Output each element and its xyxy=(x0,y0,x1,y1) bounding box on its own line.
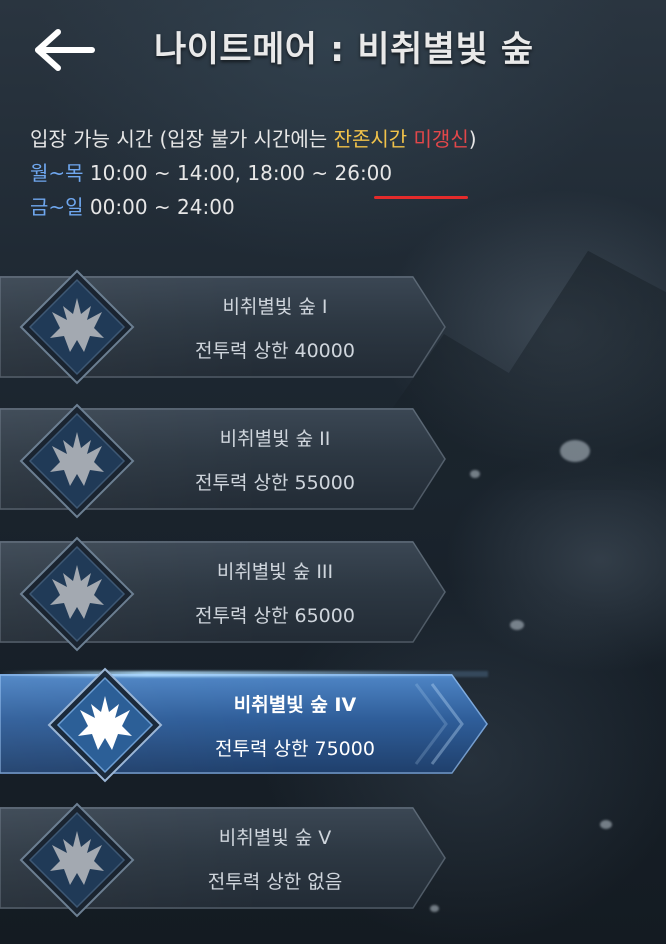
dragon-crest-emblem xyxy=(46,666,164,784)
combat-power-limit: 전투력 상한 55000 xyxy=(195,472,355,494)
dragon-crest-emblem xyxy=(18,402,136,520)
dungeon-name: 비취별빛 숲 II xyxy=(219,428,331,450)
dungeon-item-4-selected[interactable]: 비취별빛 숲 IV 전투력 상한 75000 xyxy=(0,667,488,783)
combat-power-limit: 전투력 상한 40000 xyxy=(195,340,355,362)
combat-power-limit: 전투력 상한 75000 xyxy=(215,738,375,760)
dragon-crest-icon xyxy=(19,269,135,385)
dungeon-name: 비취별빛 숲 IV xyxy=(233,694,357,716)
dragon-crest-emblem xyxy=(18,535,136,653)
dungeon-item-5[interactable]: 비취별빛 숲 V 전투력 상한 없음 xyxy=(0,802,446,918)
dragon-crest-icon xyxy=(19,802,135,918)
dragon-crest-emblem xyxy=(18,268,136,386)
dragon-crest-emblem xyxy=(18,801,136,919)
dragon-crest-icon xyxy=(47,667,163,783)
combat-power-limit: 전투력 상한 없음 xyxy=(207,871,343,893)
combat-power-limit: 전투력 상한 65000 xyxy=(195,605,355,627)
dungeon-item-3[interactable]: 비취별빛 숲 III 전투력 상한 65000 xyxy=(0,536,446,652)
dragon-crest-icon xyxy=(19,536,135,652)
dungeon-name: 비취별빛 숲 V xyxy=(218,827,332,849)
dungeon-list: 비취별빛 숲 I 전투력 상한 40000 비취별빛 숲 II 전투력 상한 5… xyxy=(0,0,666,944)
dungeon-item-2[interactable]: 비취별빛 숲 II 전투력 상한 55000 xyxy=(0,403,446,519)
dungeon-item-1[interactable]: 비취별빛 숲 I 전투력 상한 40000 xyxy=(0,269,446,385)
dragon-crest-icon xyxy=(19,403,135,519)
dungeon-name: 비취별빛 숲 I xyxy=(222,296,328,318)
dungeon-name: 비취별빛 숲 III xyxy=(216,561,334,583)
